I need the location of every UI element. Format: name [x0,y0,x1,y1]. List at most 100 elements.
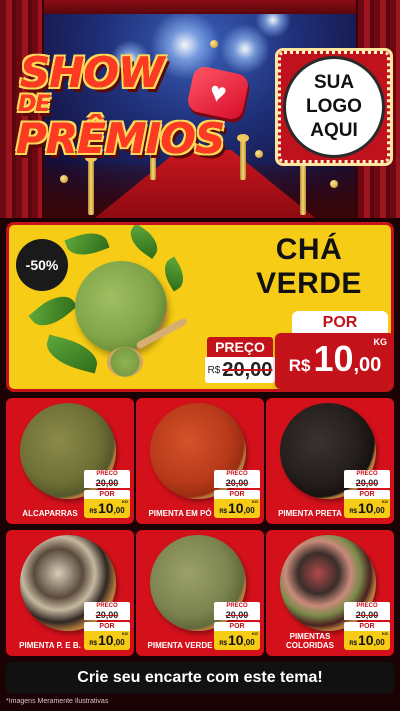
sale-price: R$ 10 ,00 KG [84,631,130,650]
logo-text-line: SUA [313,72,355,93]
logo-placeholder[interactable]: SUA LOGO AQUI [275,48,393,166]
curtain-valance [0,0,400,14]
price-currency: R$ [349,509,357,515]
sale-price: R$ 10 ,00 KG [344,499,390,518]
title-premios: PRÊMIOS [16,114,225,163]
price-box: PRECO 20,00 POR R$ 10 ,00 KG [344,470,390,520]
old-price: 20,00 [84,478,130,488]
logo-text-line: AQUI [310,120,358,141]
por-label: POR [214,490,260,499]
price-decimal: ,00 [113,638,125,647]
old-price: 20,00 [344,610,390,620]
sale-price: R$ 10 ,00 KG [344,631,390,650]
preco-label: PRECO [214,602,260,610]
price-decimal: ,00 [373,638,385,647]
old-price: 20,00 [84,610,130,620]
product-card-pimentas-coloridas[interactable]: PIMENTAS COLORIDAS PRECO 20,00 POR R$ 10… [266,530,394,656]
price-unit: KG [373,337,388,347]
logo-text-line: LOGO [306,96,362,117]
price-currency: R$ [89,509,97,515]
confetti-coin [255,150,263,158]
preco-label: PREÇO [207,337,273,357]
create-flyer-button[interactable]: Crie seu encarte com este tema! [6,662,394,694]
product-name: PIMENTA EM PÓ [148,509,212,518]
price-box: PRECO 20,00 POR R$ 10 ,00 KG [214,470,260,520]
sale-price: R$ 10 ,00 KG [275,333,391,389]
header-banner: SHOW DE PRÊMIOS ♥ SUA LOGO AQUI [0,0,400,218]
por-label: POR [214,622,260,631]
price-integer: 10 [227,500,244,516]
featured-name-line: VERDE [256,267,362,300]
product-card-pimenta-p-e-b[interactable]: PIMENTA P. E B. PRECO 20,00 POR R$ 10 ,0… [6,530,134,656]
price-decimal: ,00 [373,506,385,515]
wooden-spoon-image [107,347,143,377]
price-unit: KG [252,631,258,636]
price-decimal: ,00 [353,354,382,376]
confetti-coin [60,175,68,183]
product-card-pimenta-verde[interactable]: PIMENTA VERDE PRECO 20,00 POR R$ 10 ,00 … [136,530,264,656]
price-decimal: ,00 [243,638,255,647]
tea-leaf-image [28,287,78,335]
confetti-coin [210,40,218,48]
price-box: PRECO 20,00 POR R$ 10 ,00 KG [84,470,130,520]
price-currency: R$ [219,641,227,647]
por-label: POR [344,490,390,499]
featured-name-line: CHÁ [275,233,343,266]
price-integer: 10 [97,500,114,516]
price-integer: 10 [97,632,114,648]
price-integer: 10 [313,338,354,379]
preco-label: PRECO [344,602,390,610]
price-unit: KG [122,631,128,636]
por-label: POR [84,622,130,631]
price-unit: KG [252,499,258,504]
price-unit: KG [382,499,388,504]
tea-leaf-image [64,226,110,262]
stanchion-post [237,134,249,180]
logo-circle: SUA LOGO AQUI [283,56,385,158]
title-show: SHOW [20,48,164,97]
price-decimal: ,00 [243,506,255,515]
price-decimal: ,00 [113,506,125,515]
price-unit: KG [382,631,388,636]
disclaimer-text: *Imagens Meramente Ilustrativas [6,698,109,705]
por-label: POR [292,311,388,335]
preco-label: PRECO [344,470,390,478]
price-box: PRECO 20,00 POR R$ 10 ,00 KG [344,602,390,652]
sale-price: R$ 10 ,00 KG [214,499,260,518]
confetti-coin [330,180,338,188]
featured-product-card[interactable]: -50% CHÁ VERDE POR PREÇO R$ 20,00 R$ 10 … [6,222,394,392]
stanchion-post [297,154,309,215]
price-currency: R$ [219,509,227,515]
product-card-pimenta-preta[interactable]: PIMENTA PRETA PRECO 20,00 POR R$ 10 ,00 … [266,398,394,524]
old-price-value: 20,00 [222,358,273,381]
stanchion-post [85,154,97,215]
price-currency: R$ [349,641,357,647]
price-currency: R$ [288,356,311,375]
old-price-currency: R$ [207,364,221,376]
preco-label: PRECO [214,470,260,478]
price-currency: R$ [89,641,97,647]
product-name: PIMENTA PRETA [278,509,342,518]
por-label: POR [344,622,390,631]
product-card-pimenta-em-po[interactable]: PIMENTA EM PÓ PRECO 20,00 POR R$ 10 ,00 … [136,398,264,524]
old-price: 20,00 [214,478,260,488]
old-price: 20,00 [214,610,260,620]
sale-price: R$ 10 ,00 KG [84,499,130,518]
product-name: PIMENTA VERDE [147,641,213,650]
discount-badge: -50% [16,239,68,291]
product-card-alcaparras[interactable]: ALCAPARRAS PRECO 20,00 POR R$ 10 ,00 KG [6,398,134,524]
old-price: 20,00 [344,478,390,488]
sale-price: R$ 10 ,00 KG [214,631,260,650]
preco-label: PRECO [84,470,130,478]
tea-leaf-image [124,225,164,259]
por-label: POR [84,490,130,499]
product-name: ALCAPARRAS [22,509,78,518]
tea-leaf-image [158,256,190,292]
price-integer: 10 [227,632,244,648]
product-name: PIMENTA P. E B. [19,641,81,650]
price-unit: KG [122,499,128,504]
price-box: PRECO 20,00 POR R$ 10 ,00 KG [214,602,260,652]
product-name: PIMENTAS COLORIDAS [286,632,334,650]
featured-product-name: CHÁ VERDE [235,233,383,301]
preco-label: PRECO [84,602,130,610]
